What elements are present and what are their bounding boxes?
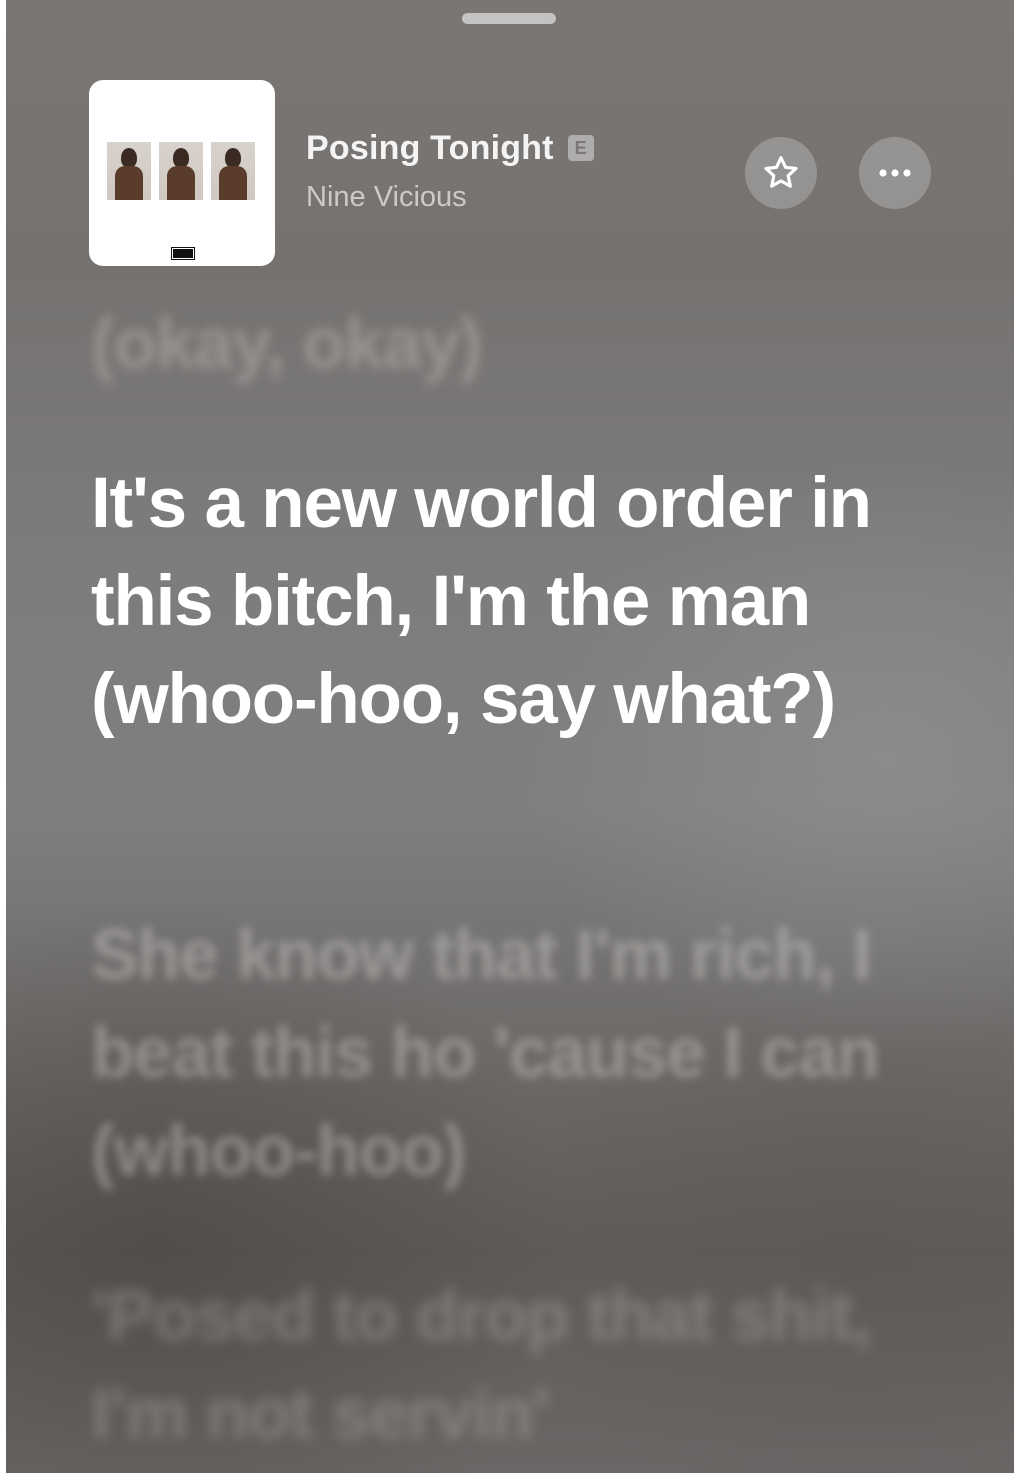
- ellipsis-icon: [879, 169, 911, 177]
- sheet-grabber-handle[interactable]: [462, 13, 556, 24]
- more-options-button[interactable]: [859, 137, 931, 209]
- lyric-line-next[interactable]: She know that I'm rich, I beat this ho '…: [91, 907, 951, 1201]
- artist-name[interactable]: Nine Vicious: [306, 181, 467, 214]
- lyric-line-upcoming[interactable]: 'Posed to drop that shit, I'm not servin…: [91, 1268, 951, 1464]
- album-artwork[interactable]: [89, 80, 275, 266]
- explicit-badge: E: [567, 135, 594, 161]
- favorite-button[interactable]: [745, 137, 817, 209]
- song-title: Posing Tonight: [306, 128, 554, 167]
- lyric-line-current[interactable]: It's a new world order in this bitch, I'…: [91, 455, 951, 749]
- artwork-figure-center: [159, 142, 203, 200]
- parental-advisory-label: [171, 247, 195, 260]
- lyrics-screen: Posing Tonight E Nine Vicious (okay, oka…: [6, 0, 1014, 1473]
- song-title-row: Posing Tonight E: [306, 126, 594, 170]
- artwork-figure-right: [211, 142, 255, 200]
- lyric-line-previous[interactable]: (okay, okay): [91, 296, 951, 394]
- artwork-figure-left: [107, 142, 151, 200]
- star-icon: [764, 156, 798, 188]
